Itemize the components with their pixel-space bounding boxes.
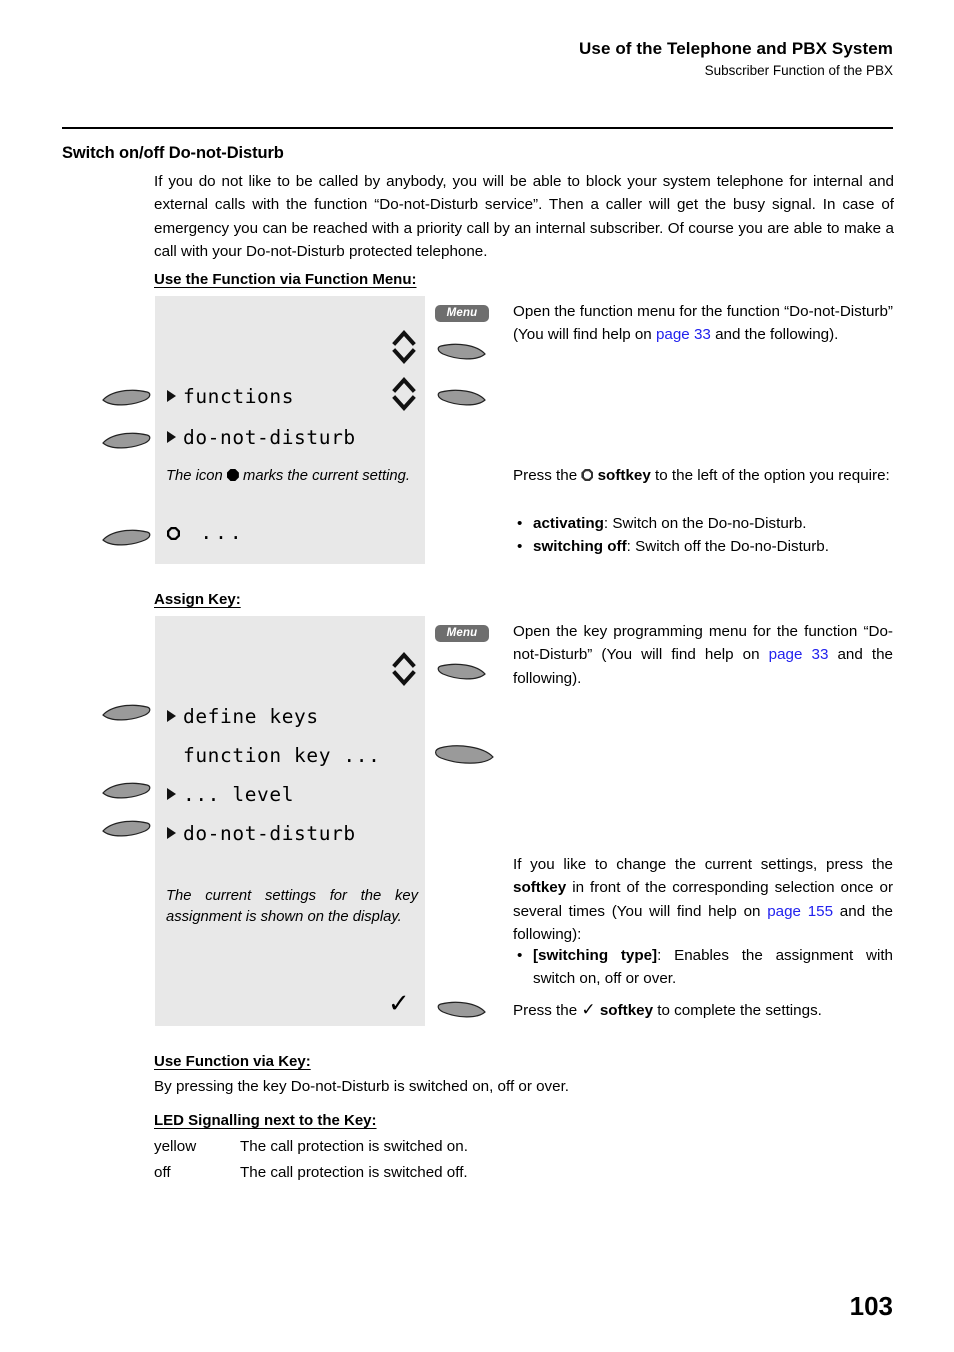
menu-key-button-1[interactable]: Menu — [435, 305, 489, 322]
led-state-off: off — [154, 1164, 171, 1181]
instruction-open-function-menu: Open the function menu for the function … — [513, 303, 893, 344]
confirm-check-icon: ✓ — [388, 989, 410, 1019]
lcd-note-icon-explanation: The icon marks the current setting. — [166, 468, 410, 484]
softkey-right-menu-2[interactable] — [435, 661, 487, 683]
subheading-assign-key: Assign Key: — [154, 591, 241, 608]
softkey-left-functions[interactable] — [101, 387, 153, 409]
triangle-marker-icon — [167, 390, 176, 402]
led-meaning-yellow: The call protection is switched on. — [240, 1138, 468, 1155]
instruction-press-softkey: Press the softkey to the left of the opt… — [513, 467, 890, 484]
softkey-left-define-keys[interactable] — [101, 702, 153, 724]
menu-key-button-2[interactable]: Menu — [435, 625, 489, 642]
softkey-left-do-not-disturb[interactable] — [101, 430, 153, 452]
softkey-right-menu-1[interactable] — [435, 341, 487, 363]
subheading-use-function-via-function-menu: Use the Function via Function Menu: — [154, 271, 417, 288]
lcd-row-more-options[interactable]: ... — [167, 522, 245, 544]
hollow-octagon-icon — [167, 527, 180, 540]
softkey-right-function-key[interactable] — [432, 742, 496, 768]
intro-paragraph: If you do not like to be called by anybo… — [154, 173, 894, 260]
page-header: Use of the Telephone and PBX System Subs… — [62, 38, 893, 81]
triangle-marker-icon — [167, 710, 176, 722]
triangle-marker-icon — [167, 431, 176, 443]
subheading-use-function-via-key: Use Function via Key: — [154, 1053, 311, 1070]
chevron-up-down-icon-2 — [392, 377, 416, 411]
page-link-33[interactable]: page 33 — [656, 326, 711, 343]
instruction-open-key-programming: Open the key programming menu for the fu… — [513, 623, 893, 687]
softkey-left-more-options[interactable] — [101, 527, 153, 549]
list-item: activating: Switch on the Do-no-Disturb. — [513, 512, 893, 536]
header-divider — [62, 127, 893, 129]
lcd-row-do-not-disturb[interactable]: do-not-disturb — [167, 427, 356, 449]
page-link-155[interactable]: page 155 — [767, 903, 833, 920]
subheading-led-signalling: LED Signalling next to the Key: — [154, 1112, 377, 1129]
filled-octagon-icon — [226, 469, 239, 481]
option-bullet-list-1: activating: Switch on the Do-no-Disturb.… — [513, 512, 893, 559]
led-state-yellow: yellow — [154, 1138, 197, 1155]
lcd-display-assign-key: define keys function key ... ... level d… — [155, 616, 425, 1026]
triangle-marker-icon — [167, 827, 176, 839]
lcd-note-current-settings: The current settings for the key assignm… — [166, 888, 418, 925]
lcd-row-functions[interactable]: functions — [167, 386, 294, 408]
use-function-via-key-text: By pressing the key Do-not-Disturb is sw… — [154, 1078, 570, 1095]
header-title: Use of the Telephone and PBX System — [579, 39, 893, 58]
chevron-up-down-icon-1 — [392, 330, 416, 364]
triangle-marker-icon — [167, 788, 176, 800]
page-link-33-b[interactable]: page 33 — [769, 646, 829, 663]
lcd-row-function-key[interactable]: function key ... — [167, 745, 380, 767]
hollow-octagon-icon-inline — [581, 469, 594, 481]
list-item: switching off: Switch off the Do-no-Dist… — [513, 535, 893, 559]
lcd-row-do-not-disturb-2[interactable]: do-not-disturb — [167, 823, 356, 845]
instruction-change-settings: If you like to change the current settin… — [513, 856, 893, 943]
chevron-up-down-icon-3 — [392, 652, 416, 686]
option-bullet-list-2: [switching type]: Enables the assignment… — [513, 944, 893, 991]
softkey-right-scroll-1[interactable] — [435, 387, 487, 409]
softkey-left-level[interactable] — [101, 780, 153, 802]
lcd-row-define-keys[interactable]: define keys — [167, 706, 319, 728]
lcd-display-function-menu: functions do-not-disturb The icon marks … — [155, 296, 425, 564]
lcd-row-level[interactable]: ... level — [167, 784, 294, 806]
list-item: [switching type]: Enables the assignment… — [513, 944, 893, 991]
softkey-left-do-not-disturb-2[interactable] — [101, 818, 153, 840]
instruction-press-check-softkey: Press the ✓ softkey to complete the sett… — [513, 1000, 822, 1020]
softkey-right-confirm[interactable] — [435, 999, 487, 1021]
led-meaning-off: The call protection is switched off. — [240, 1164, 468, 1181]
page-title: Switch on/off Do-not-Disturb — [62, 144, 284, 162]
check-icon-inline: ✓ — [581, 1000, 596, 1020]
page-number: 103 — [849, 1291, 893, 1321]
header-subtitle: Subscriber Function of the PBX — [704, 63, 893, 78]
